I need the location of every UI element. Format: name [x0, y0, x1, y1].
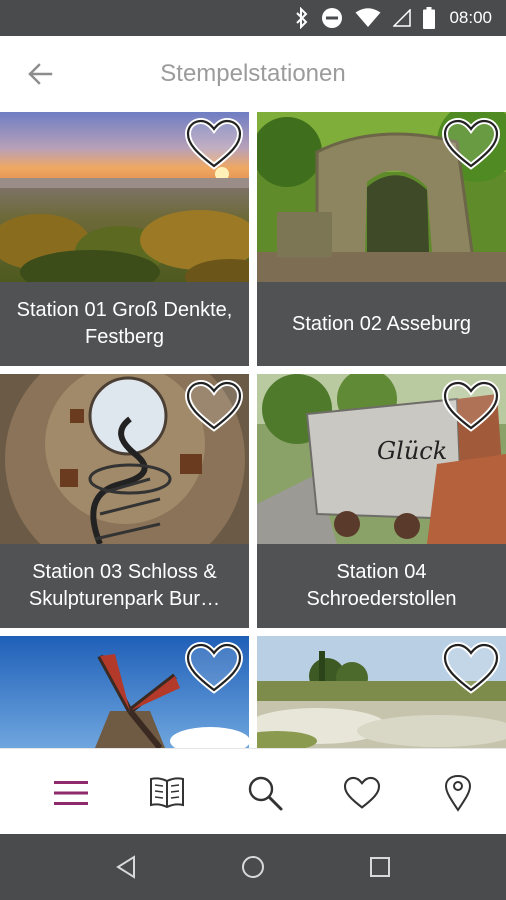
- search-icon[interactable]: [243, 771, 287, 815]
- station-card-05[interactable]: [0, 636, 249, 748]
- heart-icon[interactable]: [442, 642, 500, 694]
- station-title: Station 04 Schroederstollen: [257, 544, 506, 628]
- station-title: Station 03 Schloss & Skulpturenpark Bur…: [0, 544, 249, 628]
- menu-icon[interactable]: [49, 771, 93, 815]
- battery-icon: [423, 7, 436, 29]
- station-grid[interactable]: Station 01 Groß Denkte, Festberg Station…: [0, 112, 506, 748]
- station-title: Station 01 Groß Denkte, Festberg: [0, 282, 249, 366]
- do-not-disturb-icon: [322, 8, 343, 28]
- status-time: 08:00: [449, 8, 492, 27]
- book-icon[interactable]: [145, 771, 189, 815]
- heart-icon[interactable]: [185, 380, 243, 432]
- station-card-02[interactable]: Station 02 Asseburg: [257, 112, 506, 366]
- wifi-icon: [355, 8, 381, 27]
- heart-icon[interactable]: [185, 642, 243, 694]
- station-card-03[interactable]: Station 03 Schloss & Skulpturenpark Bur…: [0, 374, 249, 628]
- station-title: Station 02 Asseburg: [257, 282, 506, 366]
- station-card-04[interactable]: Glück Station 04 Schroederstollen: [257, 374, 506, 628]
- signal-icon: [393, 9, 412, 27]
- bluetooth-icon: [296, 7, 308, 29]
- back-triangle-icon[interactable]: [112, 852, 142, 882]
- heart-icon[interactable]: [340, 771, 384, 815]
- app-bar: Stempelstationen: [0, 36, 506, 112]
- heart-icon[interactable]: [442, 380, 500, 432]
- station-card-01[interactable]: Station 01 Groß Denkte, Festberg: [0, 112, 249, 366]
- station-card-06[interactable]: [257, 636, 506, 748]
- heart-icon[interactable]: [185, 118, 243, 170]
- bottom-navigation: [0, 748, 506, 834]
- recents-square-icon[interactable]: [365, 852, 395, 882]
- location-pin-icon[interactable]: [436, 771, 480, 815]
- svg-text:Glück: Glück: [377, 437, 447, 465]
- heart-icon[interactable]: [442, 118, 500, 170]
- status-bar: 08:00: [0, 0, 506, 36]
- system-navigation-bar: [0, 834, 506, 900]
- home-circle-icon[interactable]: [238, 852, 268, 882]
- page-title: Stempelstationen: [160, 60, 346, 87]
